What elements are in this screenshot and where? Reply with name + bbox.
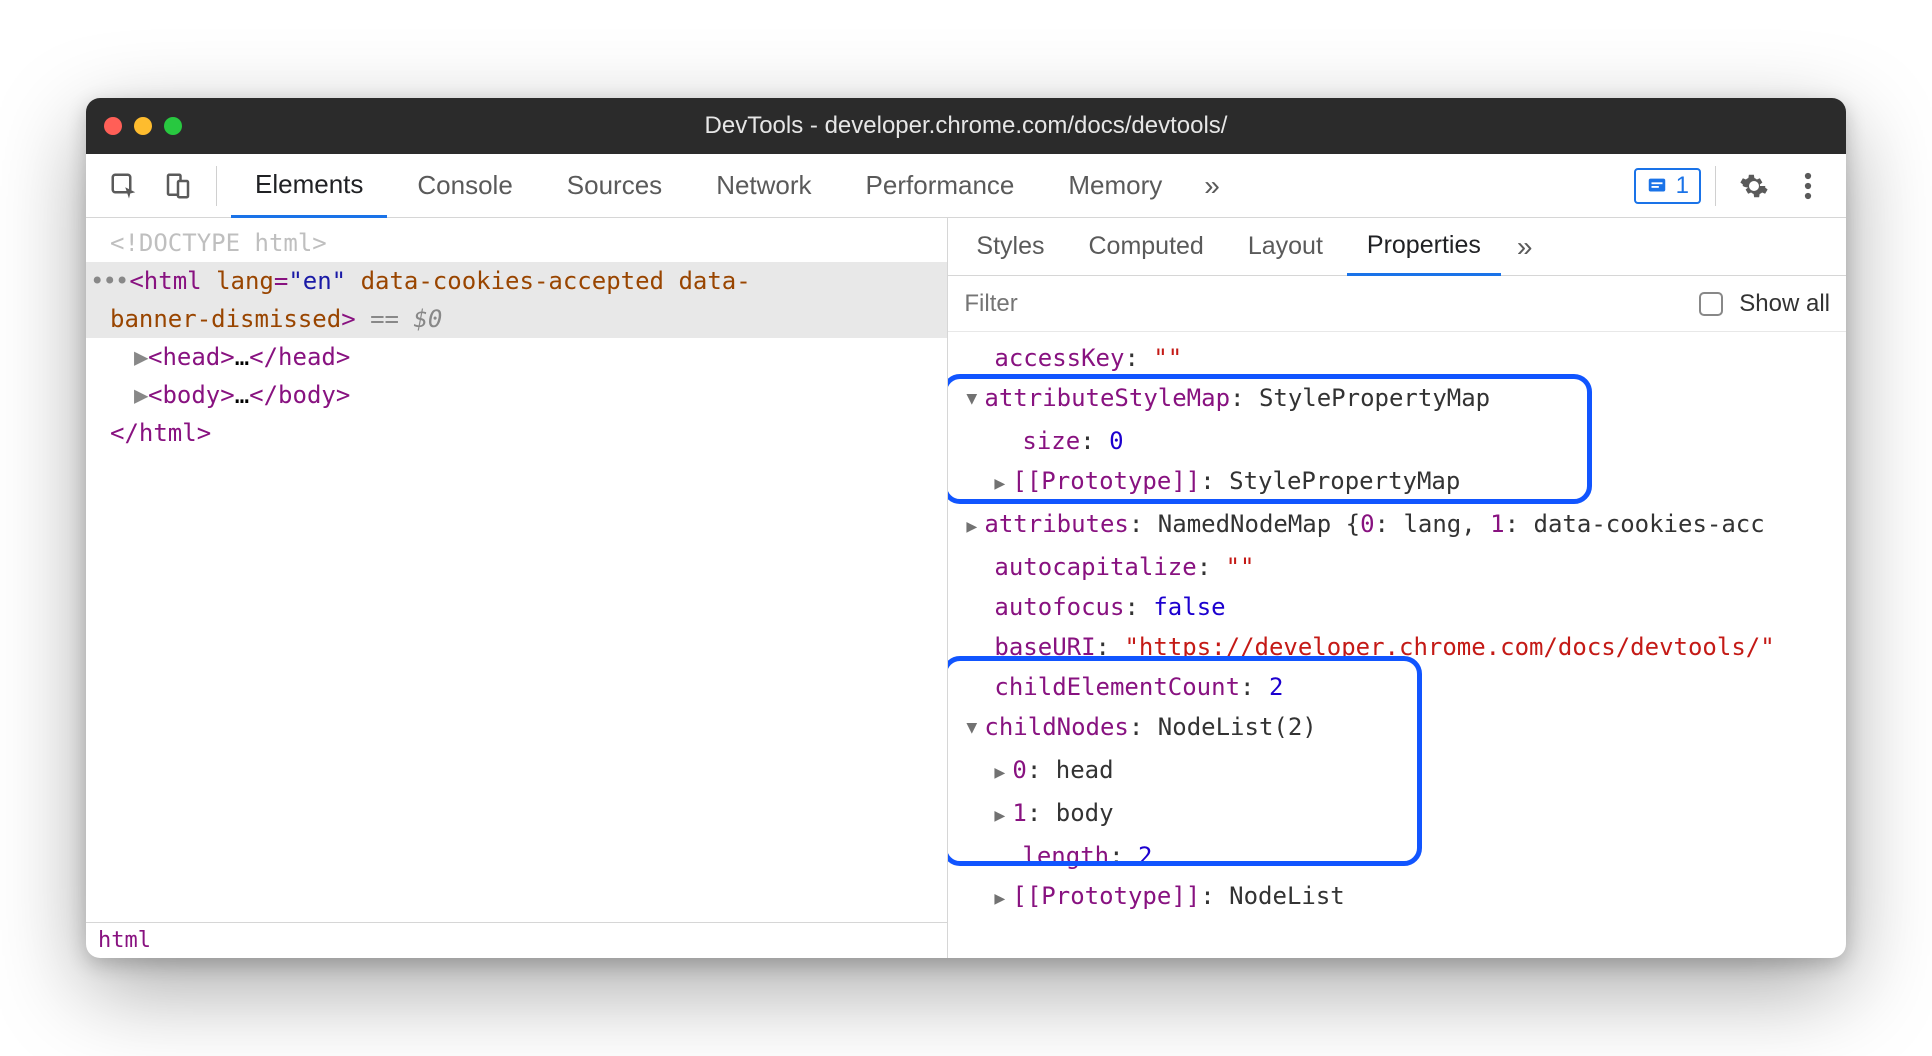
dom-head-element[interactable]: ▶<head>…</head> [86, 338, 947, 376]
tab-memory[interactable]: Memory [1044, 154, 1186, 218]
close-window-button[interactable] [104, 117, 122, 135]
toolbar-divider [216, 166, 217, 206]
prop-prototype[interactable]: ▶[[Prototype]]: NodeList [966, 876, 1846, 919]
properties-filter-bar: Show all [948, 276, 1846, 332]
breadcrumb[interactable]: html [86, 922, 947, 958]
elements-pane: <!DOCTYPE html> ••• <html lang="en" data… [86, 218, 948, 958]
dom-html-element[interactable]: ••• <html lang="en" data-cookies-accepte… [86, 262, 947, 338]
prop-autocapitalize[interactable]: autocapitalize: "" [966, 547, 1846, 587]
toolbar-divider [1715, 166, 1716, 206]
tab-performance[interactable]: Performance [842, 154, 1039, 218]
subtab-styles[interactable]: Styles [956, 218, 1064, 276]
dom-body-element[interactable]: ▶<body>…</body> [86, 376, 947, 414]
main-toolbar: Elements Console Sources Network Perform… [86, 154, 1846, 218]
tab-console[interactable]: Console [393, 154, 536, 218]
show-all-label: Show all [1739, 290, 1830, 318]
prop-attributes[interactable]: ▶attributes: NamedNodeMap {0: lang, 1: d… [966, 504, 1846, 547]
window-titlebar: DevTools - developer.chrome.com/docs/dev… [86, 98, 1846, 154]
devtools-window: DevTools - developer.chrome.com/docs/dev… [86, 98, 1846, 958]
prop-accesskey[interactable]: accessKey: "" [966, 338, 1846, 378]
more-subtabs-icon[interactable]: » [1505, 231, 1539, 263]
prop-childnode-1[interactable]: ▶1: body [966, 793, 1846, 836]
filter-input[interactable] [964, 290, 1683, 318]
subtab-layout[interactable]: Layout [1228, 218, 1343, 276]
dom-html-close[interactable]: </html> [86, 414, 947, 452]
tab-sources[interactable]: Sources [543, 154, 686, 218]
traffic-lights [104, 117, 182, 135]
dom-doctype[interactable]: <!DOCTYPE html> [86, 224, 947, 262]
dom-tree[interactable]: <!DOCTYPE html> ••• <html lang="en" data… [86, 218, 947, 922]
tab-network[interactable]: Network [692, 154, 835, 218]
breadcrumb-item[interactable]: html [98, 928, 151, 953]
prop-childnode-0[interactable]: ▶0: head [966, 750, 1846, 793]
prop-size[interactable]: size: 0 [966, 421, 1846, 461]
prop-autofocus[interactable]: autofocus: false [966, 587, 1846, 627]
inspect-element-icon[interactable] [100, 162, 148, 210]
issues-badge[interactable]: 1 [1634, 168, 1701, 204]
sidebar-tabs: Styles Computed Layout Properties » [948, 218, 1846, 276]
window-title: DevTools - developer.chrome.com/docs/dev… [86, 112, 1846, 140]
maximize-window-button[interactable] [164, 117, 182, 135]
subtab-properties[interactable]: Properties [1347, 218, 1501, 276]
prop-childnodes[interactable]: ▼childNodes: NodeList(2) [966, 707, 1846, 750]
content-area: <!DOCTYPE html> ••• <html lang="en" data… [86, 218, 1846, 958]
settings-gear-icon[interactable] [1730, 162, 1778, 210]
sidebar-pane: Styles Computed Layout Properties » Show… [948, 218, 1846, 958]
device-toggle-icon[interactable] [154, 162, 202, 210]
prop-prototype[interactable]: ▶[[Prototype]]: StylePropertyMap [966, 461, 1846, 504]
more-tabs-icon[interactable]: » [1192, 170, 1226, 202]
minimize-window-button[interactable] [134, 117, 152, 135]
prop-childelementcount[interactable]: childElementCount: 2 [966, 667, 1846, 707]
properties-list[interactable]: accessKey: "" ▼attributeStyleMap: StyleP… [948, 332, 1846, 958]
issues-icon [1646, 175, 1668, 197]
prop-length[interactable]: length: 2 [966, 836, 1846, 876]
more-menu-icon[interactable] [1784, 162, 1832, 210]
issues-count: 1 [1676, 172, 1689, 200]
tab-elements[interactable]: Elements [231, 154, 387, 218]
subtab-computed[interactable]: Computed [1068, 218, 1223, 276]
show-all-checkbox[interactable] [1699, 292, 1723, 316]
prop-baseuri[interactable]: baseURI: "https://developer.chrome.com/d… [966, 627, 1846, 667]
prop-attributestylemap[interactable]: ▼attributeStyleMap: StylePropertyMap [966, 378, 1846, 421]
